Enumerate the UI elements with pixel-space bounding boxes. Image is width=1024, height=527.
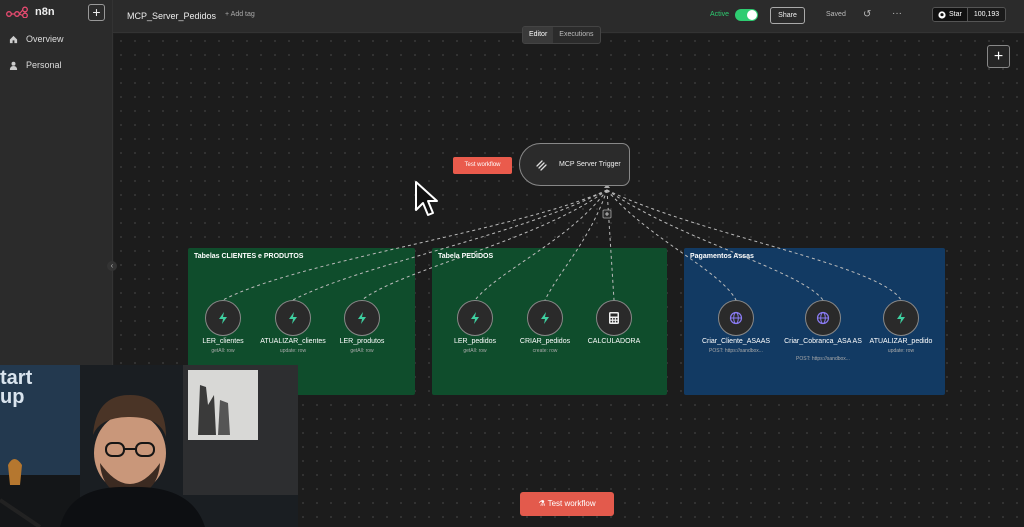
flask-icon: ⚗ [538, 499, 548, 508]
mouse-cursor-icon [415, 181, 438, 216]
node-label: CALCULADORA [587, 338, 641, 345]
node-ler-produtos[interactable] [344, 300, 380, 336]
node-calculadora[interactable] [596, 300, 632, 336]
test-workflow-small-button[interactable]: Test workflow [453, 157, 512, 174]
node-subtitle: POST: https://sandbox... [709, 348, 763, 354]
bolt-icon [471, 312, 479, 324]
node-label: Criar_Cobranca_ASA AS [784, 338, 862, 345]
node-ler-clientes[interactable] [205, 300, 241, 336]
mcp-icon [536, 159, 547, 171]
globe-icon [729, 311, 743, 325]
node-criar-cliente-asaas[interactable] [718, 300, 754, 336]
node-atualizar-clientes[interactable] [275, 300, 311, 336]
bolt-icon [897, 312, 905, 324]
background-sign-text: tart up [0, 367, 33, 408]
node-criar-pedidos[interactable] [527, 300, 563, 336]
trigger-label: MCP Server Trigger [559, 161, 621, 168]
calculator-icon [609, 312, 619, 324]
node-subtitle: create: row [532, 348, 558, 354]
bolt-icon [358, 312, 366, 324]
mcp-server-trigger-node[interactable]: MCP Server Trigger [519, 143, 630, 186]
node-atualizar-pedido[interactable] [883, 300, 919, 336]
node-criar-cobranca-asaas[interactable] [805, 300, 841, 336]
test-workflow-label: Test workflow [547, 499, 596, 508]
webcam-overlay: tart up [0, 365, 298, 527]
node-ler-pedidos[interactable] [457, 300, 493, 336]
bolt-icon [219, 312, 227, 324]
bolt-icon [541, 312, 549, 324]
globe-icon [816, 311, 830, 325]
test-workflow-button[interactable]: ⚗ Test workflow [520, 492, 614, 516]
node-subtitle: update: row [887, 348, 915, 354]
node-subtitle: POST: https://sandbox... [796, 356, 850, 362]
node-subtitle: getAll: row [350, 348, 374, 354]
node-label: LER_produtos [339, 338, 385, 345]
bolt-icon [289, 312, 297, 324]
n8n-window: n8n + Overview Personal MCP_Server_Pedid… [0, 0, 1024, 527]
node-label: Criar_Cliente_ASAAS [701, 338, 771, 345]
node-label: ATUALIZAR_pedido [869, 338, 933, 345]
